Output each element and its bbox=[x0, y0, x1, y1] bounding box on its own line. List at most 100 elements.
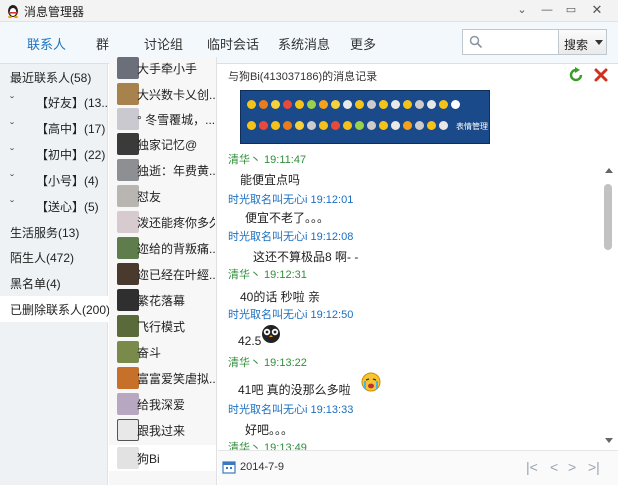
category-sidebar: 最近联系人(58) ˇ 【好友】(13... ˇ 【高中】(17) ˇ 【初中】… bbox=[0, 64, 111, 485]
contact-name: ° 冬雪覆城，... bbox=[137, 113, 215, 127]
expand-arrow-icon: ˇ bbox=[10, 172, 14, 186]
message-sender-time: 时光取名叫无心i 19:13:33 bbox=[228, 404, 354, 416]
avatar bbox=[117, 237, 139, 259]
search-box[interactable] bbox=[462, 29, 559, 55]
owl-emoji-icon bbox=[262, 325, 280, 343]
contact-item[interactable]: 大手牵小手 bbox=[109, 57, 216, 81]
tab-system-messages[interactable]: 系统消息 bbox=[278, 34, 330, 53]
category-label: 【高中】(17) bbox=[36, 122, 106, 136]
expand-arrow-icon: ˇ bbox=[10, 198, 14, 212]
message-text: 能便宜点吗 bbox=[240, 173, 301, 187]
collapse-button[interactable]: ⌄ bbox=[513, 2, 531, 18]
avatar bbox=[117, 211, 139, 233]
delete-icon[interactable] bbox=[593, 67, 609, 83]
next-page-button[interactable]: > bbox=[568, 459, 576, 475]
contact-item[interactable]: 独逝：年费黄... bbox=[109, 157, 216, 183]
message-sender-time: 清华丶 19:12:31 bbox=[228, 269, 307, 281]
contact-name: 独逝：年费黄... bbox=[137, 164, 215, 178]
maximize-button[interactable]: ▭ bbox=[562, 2, 580, 18]
category-label: 最近联系人(58) bbox=[10, 71, 92, 85]
previous-page-button[interactable]: < bbox=[550, 459, 558, 475]
contact-item[interactable]: 独家记忆@ bbox=[109, 131, 216, 157]
contact-item[interactable]: 奋斗 bbox=[109, 339, 216, 365]
contact-name: 迩给的背叛痛... bbox=[137, 242, 215, 256]
avatar bbox=[117, 419, 139, 441]
contact-item[interactable]: 跟我过来 bbox=[109, 417, 216, 443]
category-middle-school[interactable]: ˇ 【初中】(22) bbox=[0, 141, 108, 167]
search-button[interactable]: 搜索 bbox=[559, 29, 607, 55]
avatar bbox=[117, 57, 139, 79]
contact-item[interactable]: 大兴数卡乂创... bbox=[109, 81, 216, 107]
message-text: 42.5 bbox=[238, 334, 262, 348]
search-input[interactable] bbox=[487, 33, 555, 51]
message-text: 便宜不老了。。。 bbox=[245, 211, 330, 225]
tab-temporary-sessions[interactable]: 临时会话 bbox=[207, 34, 259, 53]
contact-item[interactable]: 飞行模式 bbox=[109, 313, 216, 339]
category-life-services[interactable]: 生活服务(13) bbox=[0, 219, 108, 245]
category-send-heart[interactable]: ˇ 【送心】(5) bbox=[0, 193, 108, 219]
contact-item[interactable]: 怼友 bbox=[109, 183, 216, 209]
emoji-manager-label: 表情管理 bbox=[456, 122, 488, 131]
contact-name: 狗Bi bbox=[137, 452, 160, 466]
message-sender-time: 清华丶 19:11:47 bbox=[228, 154, 307, 166]
scrollbar-thumb[interactable] bbox=[604, 184, 612, 250]
category-label: 【初中】(22) bbox=[36, 148, 106, 162]
contact-item[interactable]: 繁花落幕 bbox=[109, 287, 216, 313]
message-history-panel: 与狗Bi(413037186)的消息记录 表情管理 清华丶 19:11:47 能… bbox=[218, 64, 618, 485]
tab-contacts[interactable]: 联系人 bbox=[27, 34, 66, 53]
avatar bbox=[117, 289, 139, 311]
avatar bbox=[117, 367, 139, 389]
history-header: 与狗Bi(413037186)的消息记录 bbox=[228, 71, 378, 83]
calendar-icon[interactable] bbox=[222, 460, 236, 474]
tab-more[interactable]: 更多 bbox=[350, 34, 376, 53]
category-label: 陌生人(472) bbox=[10, 251, 75, 265]
contact-item[interactable]: 富富爱笑虐拟... bbox=[109, 365, 216, 391]
contact-item[interactable]: 迩给的背叛痛... bbox=[109, 235, 216, 261]
category-friends[interactable]: ˇ 【好友】(13... bbox=[0, 89, 111, 115]
category-label: 黑名单(4) bbox=[10, 277, 61, 291]
avatar bbox=[117, 263, 139, 285]
category-alt-accounts[interactable]: ˇ 【小号】(4) bbox=[0, 167, 108, 193]
contact-item[interactable]: 给我深爱 bbox=[109, 391, 216, 417]
category-recent-contacts[interactable]: 最近联系人(58) bbox=[0, 64, 108, 90]
message-sender-time: 时光取名叫无心i 19:12:08 bbox=[228, 231, 354, 243]
contact-name: 富富爱笑虐拟... bbox=[137, 372, 215, 386]
contact-item[interactable]: ° 冬雪覆城，... bbox=[109, 106, 216, 132]
chevron-down-icon bbox=[595, 40, 603, 45]
message-text: 41吧 真的没那么多啦 bbox=[238, 383, 351, 397]
contact-name: 迩已经在叶經... bbox=[137, 268, 215, 282]
contact-name: 泼还能疼你多久 bbox=[137, 216, 215, 230]
qq-penguin-icon bbox=[8, 5, 18, 18]
minimize-button[interactable]: — bbox=[538, 2, 556, 18]
nav-bar: 联系人 群 讨论组 临时会话 系统消息 更多 搜索 bbox=[0, 22, 618, 64]
category-label: 【送心】(5) bbox=[36, 200, 99, 214]
scroll-up-arrow-icon[interactable] bbox=[605, 168, 613, 173]
date-label[interactable]: 2014-7-9 bbox=[240, 461, 284, 473]
message-text: 这还不算极品8 啊- - bbox=[253, 250, 359, 264]
tab-groups[interactable]: 群 bbox=[96, 34, 109, 53]
contact-item-selected[interactable]: 狗Bi bbox=[109, 445, 216, 471]
last-page-button[interactable]: >| bbox=[588, 459, 600, 475]
category-strangers[interactable]: 陌生人(472) bbox=[0, 244, 108, 270]
first-page-button[interactable]: |< bbox=[526, 459, 538, 475]
expand-arrow-icon: ˇ bbox=[10, 146, 14, 160]
title-bar: 消息管理器 ⌄ — ▭ ✕ bbox=[0, 0, 618, 22]
contact-list: 大手牵小手 大兴数卡乂创... ° 冬雪覆城，... 独家记忆@ 独逝：年费黄.… bbox=[109, 57, 217, 485]
contact-name: 大兴数卡乂创... bbox=[137, 88, 215, 102]
expand-arrow-icon: ˇ bbox=[10, 120, 14, 134]
category-label: 已删除联系人(200) bbox=[10, 303, 111, 317]
avatar bbox=[117, 315, 139, 337]
category-high-school[interactable]: ˇ 【高中】(17) bbox=[0, 115, 108, 141]
contact-item[interactable]: 泼还能疼你多久 bbox=[109, 209, 216, 235]
message-sender-time: 时光取名叫无心i 19:12:01 bbox=[228, 194, 354, 206]
contact-item[interactable]: 迩已经在叶經... bbox=[109, 261, 216, 287]
refresh-icon[interactable] bbox=[568, 67, 584, 83]
message-sender-time: 时光取名叫无心i 19:12:50 bbox=[228, 309, 354, 321]
scroll-down-arrow-icon[interactable] bbox=[605, 438, 613, 443]
category-blacklist[interactable]: 黑名单(4) bbox=[0, 270, 108, 296]
contact-name: 奋斗 bbox=[137, 346, 162, 360]
tab-discussion-groups[interactable]: 讨论组 bbox=[144, 34, 183, 53]
category-deleted-contacts[interactable]: 已删除联系人(200) bbox=[0, 296, 111, 322]
avatar bbox=[117, 133, 139, 155]
close-button[interactable]: ✕ bbox=[588, 2, 606, 18]
